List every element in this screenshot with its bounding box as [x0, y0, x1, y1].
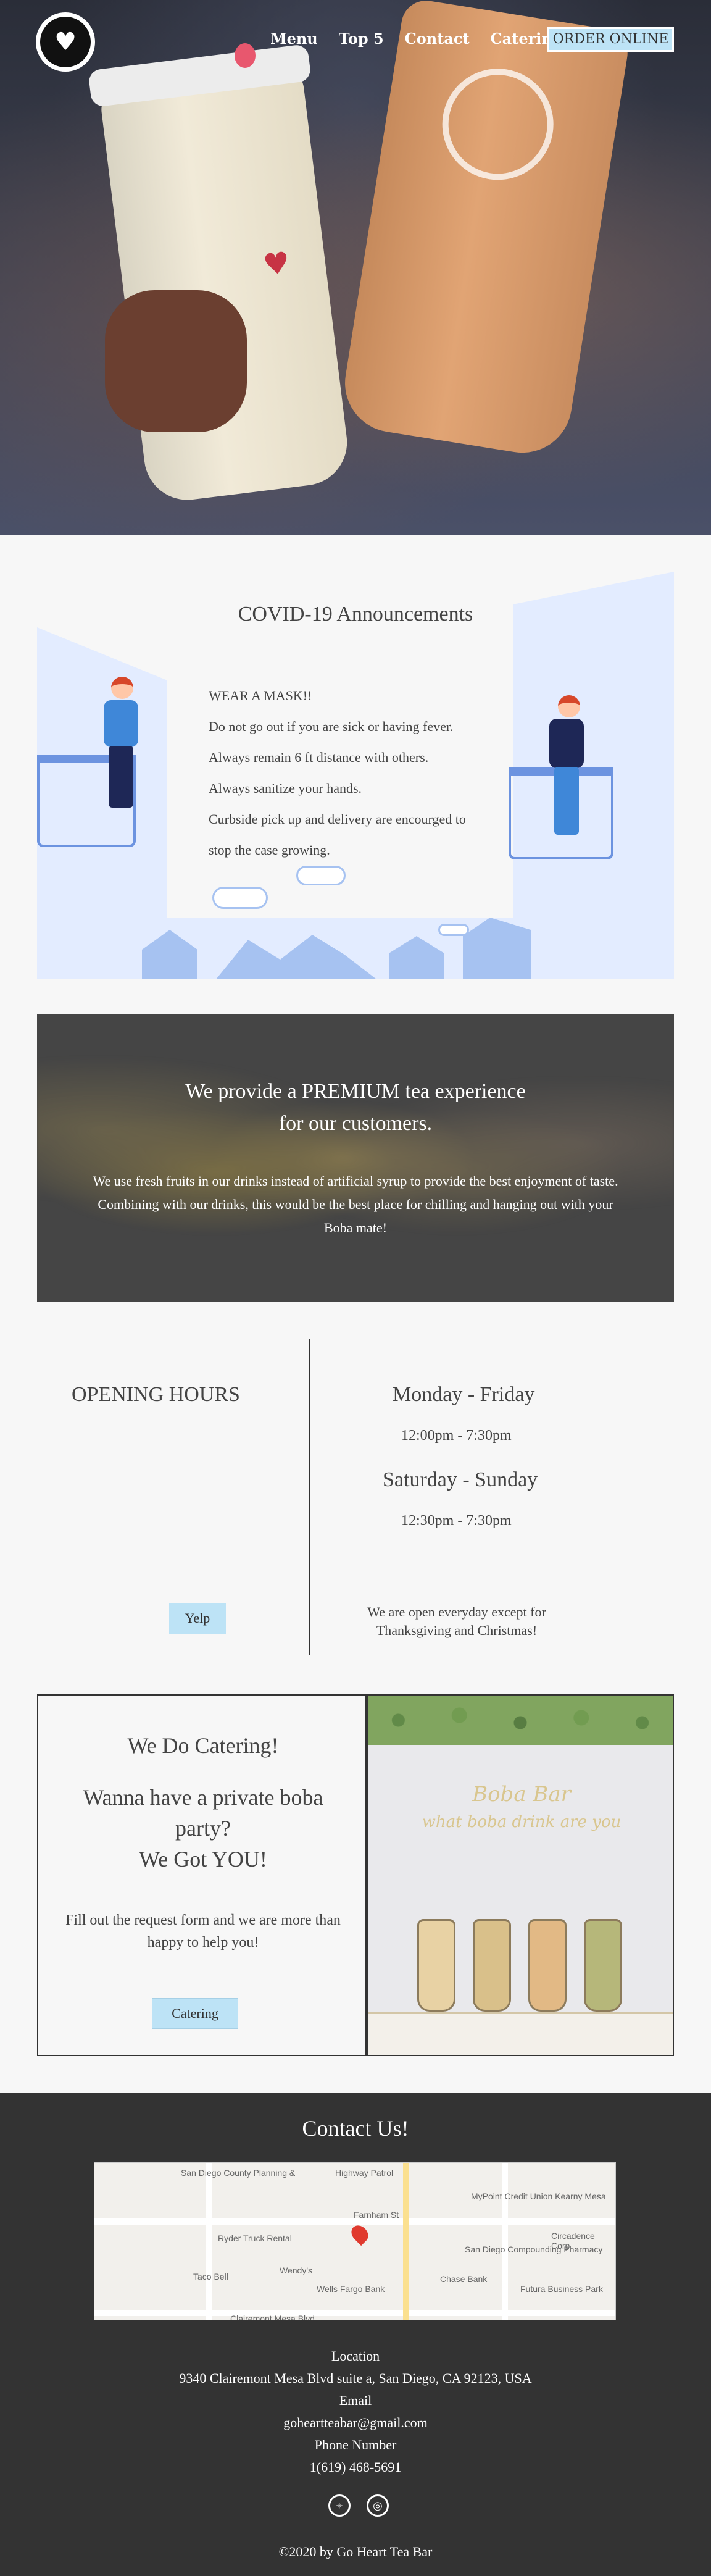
map-label: MyPoint Credit Union Kearny Mesa	[471, 2191, 606, 2201]
cloud-icon	[296, 866, 346, 885]
catering-title: We Do Catering!	[127, 1733, 279, 1758]
table	[368, 2012, 673, 2055]
premium-description: We use fresh fruits in our drinks instea…	[93, 1173, 618, 1236]
straw-topper	[235, 43, 256, 68]
instagram-icon[interactable]: ◎	[367, 2494, 389, 2517]
nav-menu[interactable]: Menu	[270, 30, 318, 48]
catering-body: Fill out the request form and we are mor…	[65, 1912, 341, 1951]
covid-line: Curbside pick up and delivery are encour…	[209, 811, 466, 827]
holiday-note: We are open everyday except for Thanksgi…	[367, 1604, 546, 1638]
houses-illustration	[142, 918, 574, 979]
covid-line: Do not go out if you are sick or having …	[209, 719, 454, 734]
catering-subtitle: Wanna have a private boba party? We Got …	[83, 1785, 323, 1871]
drink-dispenser	[528, 1919, 567, 2012]
hero-hand-left	[105, 290, 247, 432]
hero-section: ♥ ♥ Menu Top 5 Contact Catering ORDER ON…	[0, 0, 711, 535]
covid-line: WEAR A MASK!!	[209, 688, 312, 703]
covid-line: Always sanitize your hands.	[209, 780, 362, 796]
yelp-button[interactable]: Yelp	[169, 1603, 226, 1634]
map-label: Ryder Truck Rental	[218, 2233, 292, 2243]
drink-dispenser	[584, 1919, 622, 2012]
phone-label: Phone Number	[314, 2437, 397, 2453]
opening-hours-label: OPENING HOURS	[72, 1383, 240, 1406]
photo-sign-subtitle: what boba drink are you	[422, 1813, 622, 1831]
covid-section: COVID-19 Announcements WEAR A MASK!! Do …	[37, 572, 674, 979]
map-label: Chase Bank	[440, 2274, 488, 2284]
weekday-label: Monday - Friday	[393, 1383, 535, 1406]
contact-info: Location 9340 Clairemont Mesa Blvd suite…	[0, 2345, 711, 2478]
map-label: Wells Fargo Bank	[317, 2284, 385, 2294]
divider	[309, 1339, 310, 1655]
logo-heart-icon: ♥	[40, 17, 91, 67]
person-left-illustration	[99, 677, 142, 808]
boba-bar-photo: Boba Bar what boba drink are you	[367, 1694, 674, 2056]
order-online-button[interactable]: ORDER ONLINE	[547, 27, 674, 52]
nav-top5[interactable]: Top 5	[339, 30, 384, 48]
map-label: Circadence Corp	[551, 2231, 595, 2251]
map-label: Futura Business Park	[520, 2284, 603, 2294]
email-label: Email	[339, 2393, 372, 2408]
garland	[368, 1696, 673, 1745]
drink-dispenser	[473, 1919, 511, 2012]
catering-section: We Do Catering! Wanna have a private bob…	[37, 1694, 674, 2056]
covid-title: COVID-19 Announcements	[238, 603, 473, 625]
email-link[interactable]: goheartteabar@gmail.com	[0, 2412, 711, 2434]
cup-heart-icon: ♥	[261, 245, 292, 283]
site-logo[interactable]: ♥	[36, 12, 95, 72]
premium-section: We provide a PREMIUM tea experience for …	[37, 1014, 674, 1302]
map-label: Taco Bell	[193, 2272, 228, 2281]
weekend-label: Saturday - Sunday	[383, 1468, 538, 1491]
cloud-icon	[212, 887, 268, 909]
contact-title: Contact Us!	[302, 2116, 409, 2141]
map-label: San Diego County Planning &	[181, 2168, 296, 2178]
person-right-illustration	[543, 695, 592, 835]
cup-logo	[434, 61, 562, 188]
location-pin-marker-icon[interactable]	[347, 2222, 372, 2246]
map-label: Highway Patrol	[335, 2168, 394, 2178]
location-pin-icon[interactable]: ⌖	[328, 2494, 351, 2517]
covid-line: stop the case growing.	[209, 842, 330, 858]
photo-sign-title: Boba Bar	[472, 1782, 571, 1807]
premium-heading: We provide a PREMIUM tea experience for …	[185, 1080, 526, 1135]
map-label: Wendy's	[280, 2265, 312, 2275]
main-nav: Menu Top 5 Contact Catering	[270, 30, 584, 48]
social-icons: ⌖ ◎	[328, 2494, 389, 2517]
catering-button[interactable]: Catering	[152, 1998, 238, 2029]
catering-box: We Do Catering! Wanna have a private bob…	[37, 1694, 367, 2056]
map-label: Clairemont Mesa Blvd	[230, 2314, 315, 2320]
address: 9340 Clairemont Mesa Blvd suite a, San D…	[179, 2370, 532, 2386]
nav-contact[interactable]: Contact	[405, 30, 470, 48]
weekend-time: 12:30pm - 7:30pm	[401, 1513, 512, 1529]
location-map[interactable]: San Diego County Planning & Highway Patr…	[94, 2162, 616, 2320]
covid-announcements: WEAR A MASK!! Do not go out if you are s…	[209, 680, 466, 866]
phone-number[interactable]: 1(619) 468-5691	[0, 2456, 711, 2478]
covid-line: Always remain 6 ft distance with others.	[209, 750, 429, 765]
map-label: Farnham St	[354, 2210, 399, 2220]
location-label: Location	[331, 2348, 380, 2364]
opening-hours-section: OPENING HOURS Monday - Friday 12:00pm - …	[37, 1339, 674, 1660]
weekday-time: 12:00pm - 7:30pm	[401, 1428, 512, 1444]
drink-dispenser	[417, 1919, 455, 2012]
copyright: ©2020 by Go Heart Tea Bar	[278, 2544, 433, 2559]
contact-section: Contact Us! San Diego County Planning & …	[0, 2093, 711, 2576]
